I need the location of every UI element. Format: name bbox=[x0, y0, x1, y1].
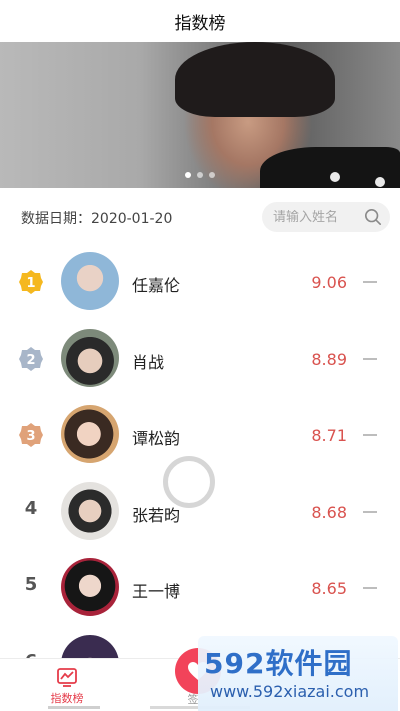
date-value: 2020-01-20 bbox=[91, 211, 173, 227]
carousel-indicator[interactable] bbox=[0, 172, 400, 178]
filter-bar: 数据日期：2020-01-20 bbox=[0, 198, 400, 236]
banner-carousel[interactable] bbox=[0, 42, 400, 188]
tab-label: 指数榜 bbox=[50, 691, 84, 705]
avatar[interactable] bbox=[61, 328, 119, 387]
date-label: 数据日期： bbox=[21, 211, 91, 227]
avatar[interactable] bbox=[61, 405, 119, 463]
rank-number: 5 bbox=[24, 574, 38, 595]
tab-index-ranking[interactable]: 指数榜 bbox=[17, 659, 117, 711]
watermark-url: www.592xiazai.com bbox=[210, 682, 370, 701]
artist-name[interactable]: 王一博 bbox=[132, 578, 180, 602]
search-input[interactable] bbox=[273, 209, 361, 225]
artist-name[interactable]: 张若昀 bbox=[132, 502, 180, 526]
data-date: 数据日期：2020-01-20 bbox=[21, 208, 172, 228]
search-box[interactable] bbox=[262, 202, 390, 232]
index-score: 8.89 bbox=[311, 349, 347, 369]
watermark: 592软件园 www.592xiazai.com bbox=[198, 636, 398, 711]
ranking-row[interactable]: 1 任嘉伦 9.06 bbox=[0, 243, 400, 320]
ranking-row[interactable]: 5 王一博 8.65 bbox=[0, 549, 400, 626]
carousel-dot[interactable] bbox=[197, 172, 203, 178]
svg-text:2: 2 bbox=[26, 353, 35, 368]
trend-flat-icon bbox=[363, 357, 377, 360]
index-score: 8.65 bbox=[311, 579, 347, 598]
avatar[interactable] bbox=[61, 558, 119, 616]
index-score: 9.06 bbox=[311, 273, 347, 292]
avatar[interactable] bbox=[61, 481, 119, 540]
bronze-medal-icon: 3 bbox=[19, 423, 43, 447]
svg-text:1: 1 bbox=[26, 276, 35, 291]
rank-number: 4 bbox=[24, 497, 38, 519]
search-icon[interactable] bbox=[364, 208, 382, 226]
chart-line-icon bbox=[57, 667, 77, 687]
avatar[interactable] bbox=[61, 252, 119, 310]
artist-name[interactable]: 肖战 bbox=[132, 349, 164, 373]
gold-medal-icon: 1 bbox=[19, 270, 43, 294]
artist-name[interactable]: 谭松韵 bbox=[132, 425, 180, 449]
index-score: 8.71 bbox=[311, 426, 347, 445]
top-bar: 指数榜 bbox=[0, 0, 400, 42]
carousel-dot[interactable] bbox=[209, 172, 215, 178]
carousel-dot[interactable] bbox=[185, 172, 191, 178]
silver-medal-icon: 2 bbox=[19, 346, 43, 371]
svg-text:3: 3 bbox=[26, 429, 35, 444]
loading-spinner bbox=[163, 456, 215, 508]
index-score: 8.68 bbox=[311, 502, 347, 522]
artist-name[interactable]: 任嘉伦 bbox=[132, 272, 180, 296]
ranking-row[interactable]: 2 肖战 8.89 bbox=[0, 320, 400, 397]
page-title: 指数榜 bbox=[174, 13, 226, 34]
trend-flat-icon bbox=[363, 434, 377, 436]
trend-flat-icon bbox=[363, 587, 377, 589]
trend-flat-icon bbox=[363, 281, 377, 283]
watermark-brand: 592软件园 bbox=[204, 647, 353, 680]
trend-flat-icon bbox=[363, 510, 377, 513]
